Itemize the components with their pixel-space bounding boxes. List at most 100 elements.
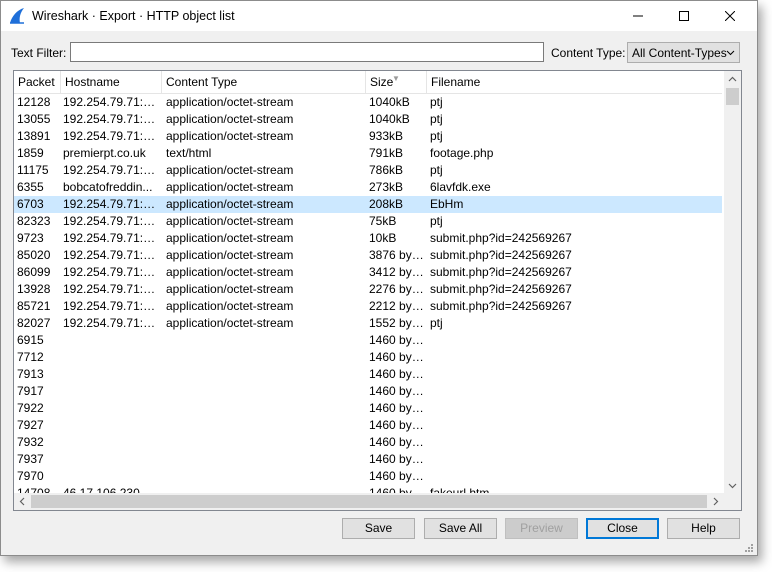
cell-file: submit.php?id=242569267 — [430, 231, 572, 245]
table-row[interactable]: 12128 192.254.79.71:8080 application/octet… — [14, 94, 722, 111]
cell-packet: 11175 — [17, 163, 49, 177]
cell-ctype: application/octet-stream — [166, 163, 294, 177]
cell-size: 3412 bytes — [369, 265, 427, 279]
chevron-down-icon — [726, 50, 735, 56]
cell-packet: 6915 — [17, 333, 44, 347]
cell-ctype: application/octet-stream — [166, 197, 294, 211]
wireshark-fin-icon — [10, 8, 24, 24]
close-button[interactable]: Close — [586, 518, 659, 539]
content-type-select[interactable]: All Content-Types — [627, 42, 740, 63]
column-header-filename[interactable]: Filename — [427, 71, 722, 93]
cell-packet: 7937 — [17, 452, 44, 466]
maximize-button[interactable] — [661, 1, 707, 31]
table-row[interactable]: 7970 1460 bytes — [14, 468, 722, 485]
table-row[interactable]: 6703 192.254.79.71:8080 application/octet-… — [14, 196, 722, 213]
cell-size: 1460 bytes — [369, 333, 427, 347]
table-row[interactable]: 82027 192.254.79.71:8080 application/octet… — [14, 315, 722, 332]
close-window-button[interactable] — [707, 1, 753, 31]
cell-file: ptj — [430, 129, 443, 143]
cell-size: 2276 bytes — [369, 282, 427, 296]
table-row[interactable]: 7913 1460 bytes — [14, 366, 722, 383]
cell-packet: 12128 — [17, 95, 51, 109]
table-row[interactable]: 13055 192.254.79.71:8080 application/octet… — [14, 111, 722, 128]
table-row[interactable]: 85721 192.254.79.71:8080 application/octet… — [14, 298, 722, 315]
cell-packet: 85020 — [17, 248, 51, 262]
cell-ctype: application/octet-stream — [166, 299, 294, 313]
scroll-right-button[interactable] — [707, 493, 724, 510]
cell-packet: 7970 — [17, 469, 44, 483]
sort-descending-icon: ▼ — [392, 74, 400, 83]
cell-ctype: application/octet-stream — [166, 265, 294, 279]
cell-file: submit.php?id=242569267 — [430, 299, 572, 313]
save-all-button[interactable]: Save All — [424, 518, 497, 539]
title-bar[interactable]: Wireshark · Export · HTTP object list — [1, 1, 757, 31]
table-row[interactable]: 6355 bobcatofreddin... application/octet-s… — [14, 179, 722, 196]
table-row[interactable]: 7917 1460 bytes — [14, 383, 722, 400]
cell-packet: 82323 — [17, 214, 51, 228]
minimize-button[interactable] — [615, 1, 661, 31]
cell-packet: 7913 — [17, 367, 44, 381]
vertical-scrollbar[interactable] — [724, 71, 741, 494]
cell-packet: 6703 — [17, 197, 44, 211]
table-row[interactable]: 7937 1460 bytes — [14, 451, 722, 468]
column-header-packet[interactable]: Packet — [14, 71, 61, 93]
scrollbar-corner — [724, 493, 741, 510]
table-row[interactable]: 82323 192.254.79.71:8080 application/octet… — [14, 213, 722, 230]
cell-size: 1460 bytes — [369, 418, 427, 432]
chevron-left-icon — [19, 497, 25, 506]
table-row[interactable]: 1859 premierpt.co.uk text/html 791kB footage… — [14, 145, 722, 162]
cell-file: ptj — [430, 214, 443, 228]
table-row[interactable]: 9723 192.254.79.71:8080 application/octet-… — [14, 230, 722, 247]
cell-size: 1460 bytes — [369, 435, 427, 449]
table-row[interactable]: 7932 1460 bytes — [14, 434, 722, 451]
table-row[interactable]: 7712 1460 bytes — [14, 349, 722, 366]
save-button[interactable]: Save — [342, 518, 415, 539]
cell-size: 1460 bytes — [369, 350, 427, 364]
cell-size: 10kB — [369, 231, 397, 245]
vertical-scroll-thumb[interactable] — [726, 88, 739, 105]
cell-packet: 13928 — [17, 282, 51, 296]
scroll-up-button[interactable] — [724, 71, 741, 88]
cell-size: 1040kB — [369, 95, 410, 109]
cell-host: 192.254.79.71:8080 — [63, 197, 159, 211]
table-row[interactable]: 85020 192.254.79.71:8080 application/octet… — [14, 247, 722, 264]
column-header-content-type[interactable]: Content Type — [162, 71, 366, 93]
help-button[interactable]: Help — [667, 518, 740, 539]
chevron-down-icon — [728, 483, 737, 489]
cell-ctype: text/html — [166, 146, 212, 160]
resize-grip-icon[interactable] — [743, 542, 753, 552]
text-filter-input[interactable] — [70, 42, 544, 62]
column-header-hostname[interactable]: Hostname — [61, 71, 162, 93]
http-object-table[interactable]: Packet Hostname Content Type Size ▼ File… — [13, 70, 742, 511]
cell-file: EbHm — [430, 197, 464, 211]
table-row[interactable]: 13891 192.254.79.71:8080 application/octet… — [14, 128, 722, 145]
cell-packet: 86099 — [17, 265, 51, 279]
horizontal-scroll-thumb[interactable] — [31, 495, 707, 508]
maximize-icon — [679, 11, 689, 21]
scroll-left-button[interactable] — [14, 493, 31, 510]
cell-host: bobcatofreddin... — [63, 180, 153, 194]
table-header: Packet Hostname Content Type Size ▼ File… — [14, 71, 722, 94]
table-row[interactable]: 86099 192.254.79.71:8080 application/octet… — [14, 264, 722, 281]
horizontal-scrollbar[interactable] — [14, 493, 724, 510]
minimize-icon — [633, 15, 643, 17]
column-header-size[interactable]: Size ▼ — [366, 71, 427, 93]
table-row[interactable]: 7922 1460 bytes — [14, 400, 722, 417]
table-row[interactable]: 13928 192.254.79.71:8080 application/octet… — [14, 281, 722, 298]
cell-host: 192.254.79.71:8080 — [63, 112, 159, 126]
table-row[interactable]: 7927 1460 bytes — [14, 417, 722, 434]
cell-host: 192.254.79.71:8080 — [63, 231, 159, 245]
cell-size: 791kB — [369, 146, 404, 160]
cell-host: 192.254.79.71:8080 — [63, 95, 159, 109]
table-row[interactable]: 6915 1460 bytes — [14, 332, 722, 349]
cell-ctype: application/octet-stream — [166, 180, 294, 194]
cell-packet: 1859 — [17, 146, 44, 160]
cell-packet: 13891 — [17, 129, 51, 143]
scroll-down-button[interactable] — [724, 477, 741, 494]
cell-host: 192.254.79.71:8080 — [63, 214, 159, 228]
table-row[interactable]: 11175 192.254.79.71:8080 application/octet… — [14, 162, 722, 179]
export-http-object-list-dialog: Wireshark · Export · HTTP object list Te… — [0, 0, 758, 556]
cell-size: 933kB — [369, 129, 404, 143]
table-body: 12128 192.254.79.71:8080 application/octet… — [14, 94, 722, 494]
cell-size: 75kB — [369, 214, 397, 228]
